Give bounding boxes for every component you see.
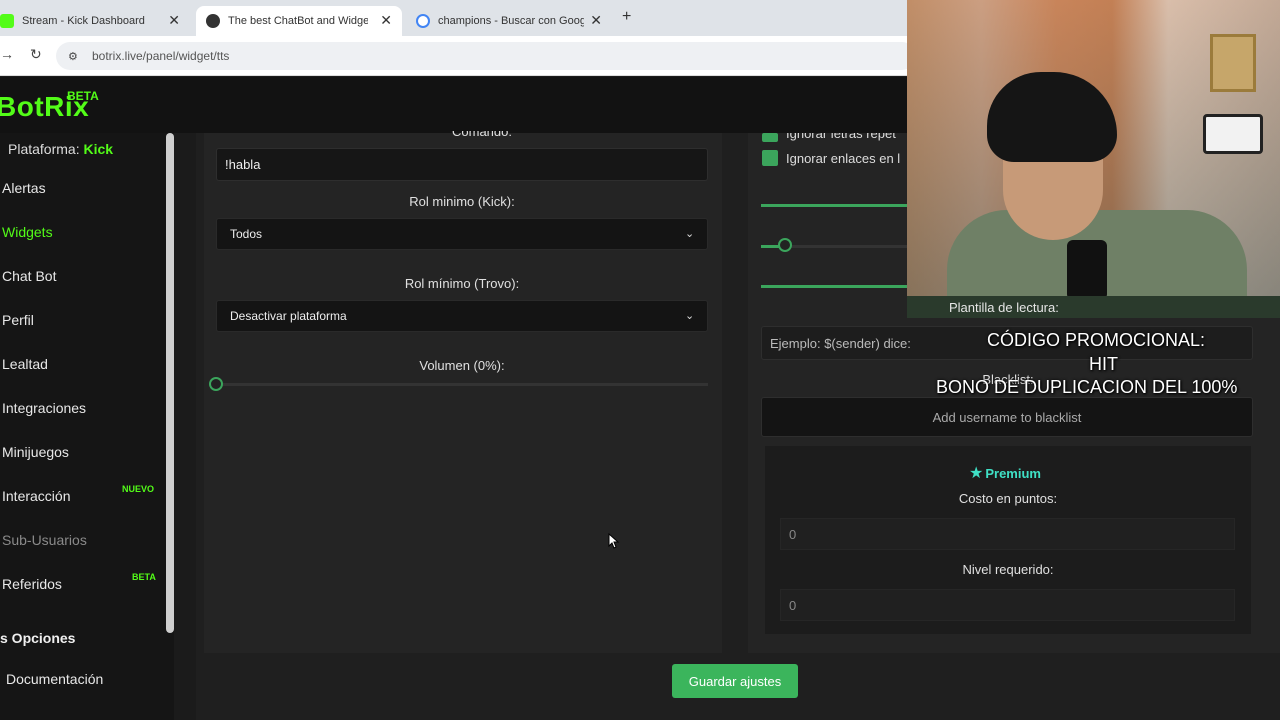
picture-frame bbox=[1210, 34, 1256, 92]
star-icon: ★ bbox=[969, 465, 984, 482]
reload-icon[interactable]: ↻ bbox=[30, 46, 42, 63]
slider-2-thumb[interactable] bbox=[778, 238, 792, 252]
ignore-links-label: Ignorar enlaces en l bbox=[786, 151, 901, 166]
rol-trovo-label: Rol mínimo (Trovo): bbox=[404, 276, 520, 291]
sidebar-item-minijuegos[interactable]: Minijuegos bbox=[2, 444, 69, 460]
tts-settings-card-left bbox=[204, 133, 722, 653]
costo-input[interactable]: 0 bbox=[780, 518, 1235, 550]
save-settings-button[interactable]: Guardar ajustes bbox=[672, 664, 798, 698]
costo-value: 0 bbox=[789, 526, 797, 542]
volume-slider-track[interactable] bbox=[216, 383, 708, 386]
microphone bbox=[1067, 240, 1107, 296]
sidebar-item-referidos[interactable]: Referidos bbox=[2, 576, 62, 592]
tab-title: The best ChatBot and Widgets f bbox=[228, 15, 368, 27]
rol-kick-select[interactable]: Todos ⌄ bbox=[216, 218, 708, 250]
tab-title: champions - Buscar con Google bbox=[438, 15, 584, 27]
sidebar-item-alertas[interactable]: Alertas bbox=[2, 180, 46, 196]
plantilla-label: Plantilla de lectura: bbox=[949, 300, 1059, 315]
command-input[interactable]: !habla bbox=[216, 148, 708, 181]
tab-botrix[interactable]: The best ChatBot and Widgets f ✕ bbox=[196, 6, 402, 36]
rol-trovo-value: Desactivar plataforma bbox=[230, 309, 347, 323]
platform-label: Plataforma: bbox=[8, 141, 80, 157]
nivel-value: 0 bbox=[789, 597, 797, 613]
sidebar-item-lealtad[interactable]: Lealtad bbox=[2, 356, 48, 372]
blacklist-placeholder: Add username to blacklist bbox=[932, 409, 1082, 425]
volume-slider-thumb[interactable] bbox=[209, 377, 223, 391]
blacklist-input[interactable]: Add username to blacklist bbox=[761, 397, 1253, 437]
sidebar-item-widgets[interactable]: Widgets bbox=[2, 224, 53, 240]
platform-value: Kick bbox=[83, 141, 114, 157]
google-favicon-icon bbox=[416, 14, 430, 28]
site-settings-icon[interactable]: ⚙ bbox=[68, 50, 80, 63]
promo-line-1: CÓDIGO PROMOCIONAL: bbox=[987, 330, 1206, 350]
close-tab-icon[interactable]: ✕ bbox=[380, 12, 392, 29]
costo-label: Costo en puntos: bbox=[958, 491, 1058, 506]
tab-title: Stream - Kick Dashboard bbox=[22, 15, 145, 27]
sidebar: Plataforma: Kick Alertas Widgets Chat Bo… bbox=[0, 133, 174, 720]
chevron-down-icon: ⌄ bbox=[685, 310, 695, 322]
url-bar[interactable]: ⚙ botrix.live/panel/widget/tts bbox=[56, 42, 916, 70]
kick-favicon-icon bbox=[0, 14, 14, 28]
nuevo-badge: NUEVO bbox=[122, 484, 155, 494]
screen: Stream - Kick Dashboard ✕ The best ChatB… bbox=[0, 0, 1280, 720]
sidebar-item-sub-usuarios[interactable]: Sub-Usuarios bbox=[2, 532, 87, 548]
ignore-links-checkbox[interactable] bbox=[762, 150, 778, 166]
promo-line-2: HIT bbox=[1089, 354, 1118, 374]
sidebar-item-chat-bot[interactable]: Chat Bot bbox=[2, 268, 56, 284]
ignore-repeated-checkbox[interactable] bbox=[762, 133, 778, 142]
nivel-input[interactable]: 0 bbox=[780, 589, 1235, 621]
sidebar-item-interaccion[interactable]: Interacción bbox=[2, 488, 70, 504]
mouse-cursor-icon bbox=[608, 533, 620, 549]
beta-badge: BETA bbox=[132, 572, 156, 582]
platform-indicator: Plataforma: Kick bbox=[8, 141, 113, 157]
whiteboard bbox=[1203, 114, 1263, 154]
new-tab-icon[interactable]: + bbox=[622, 8, 631, 26]
webcam-overlay bbox=[907, 0, 1280, 296]
url-text: botrix.live/panel/widget/tts bbox=[92, 49, 230, 63]
close-tab-icon[interactable]: ✕ bbox=[168, 12, 180, 29]
sidebar-scrollbar[interactable] bbox=[166, 133, 174, 633]
sidebar-item-integraciones[interactable]: Integraciones bbox=[2, 400, 86, 416]
tab-kick-dashboard[interactable]: Stream - Kick Dashboard ✕ bbox=[0, 6, 190, 36]
sidebar-item-documentacion[interactable]: Documentación bbox=[6, 671, 103, 687]
tab-google-search[interactable]: champions - Buscar con Google ✕ bbox=[406, 6, 612, 36]
rol-trovo-select[interactable]: Desactivar plataforma ⌄ bbox=[216, 300, 708, 332]
chevron-down-icon: ⌄ bbox=[685, 228, 695, 240]
botrix-favicon-icon bbox=[206, 14, 220, 28]
forward-icon[interactable]: → bbox=[0, 46, 14, 62]
nivel-label: Nivel requerido: bbox=[962, 562, 1054, 577]
save-settings-label: Guardar ajustes bbox=[688, 673, 782, 689]
rol-kick-value: Todos bbox=[230, 227, 263, 241]
rol-kick-label: Rol minimo (Kick): bbox=[409, 194, 515, 209]
premium-label: Premium bbox=[985, 465, 1041, 481]
slider-3-fill[interactable] bbox=[761, 285, 907, 288]
plantilla-placeholder: Ejemplo: $(sender) dice: bbox=[770, 335, 911, 351]
premium-heading: ★ Premium bbox=[969, 463, 1041, 483]
sidebar-section-title: s Opciones bbox=[0, 630, 76, 646]
promo-line-3: BONO DE DUPLICACION DEL 100% bbox=[936, 377, 1238, 397]
slider-1-fill[interactable] bbox=[761, 204, 907, 207]
logo-beta-badge: BETA bbox=[67, 89, 99, 103]
sidebar-item-perfil[interactable]: Perfil bbox=[2, 312, 34, 328]
volume-label: Volumen (0%): bbox=[419, 358, 505, 373]
close-tab-icon[interactable]: ✕ bbox=[590, 12, 602, 29]
command-value: !habla bbox=[225, 157, 261, 172]
